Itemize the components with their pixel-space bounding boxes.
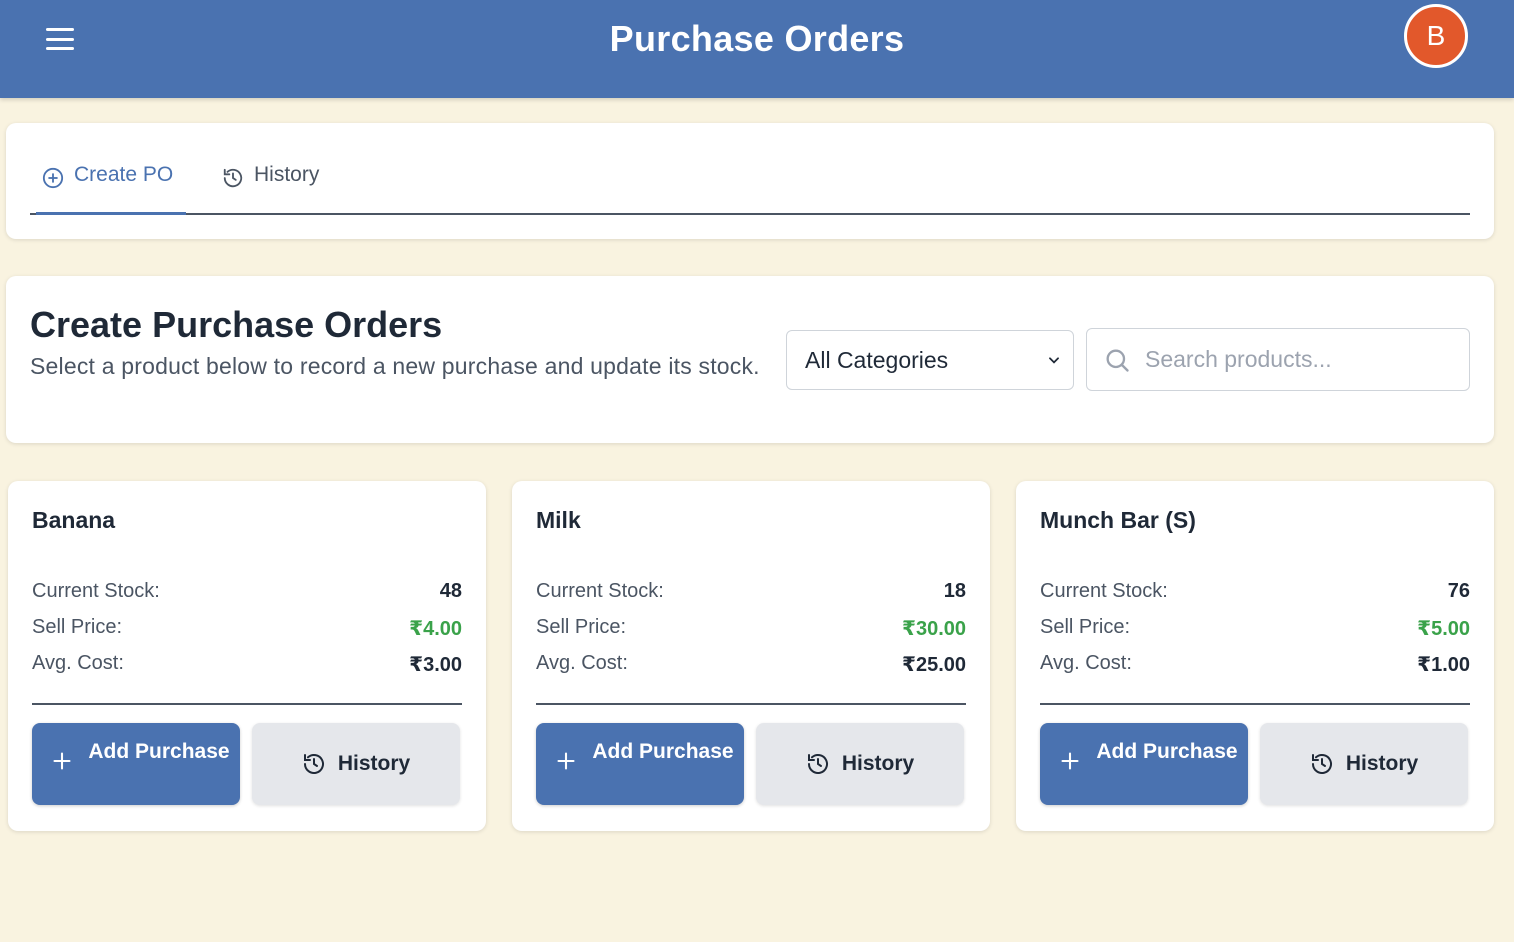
active-tab-indicator bbox=[36, 212, 186, 215]
product-history-button[interactable]: History bbox=[756, 723, 964, 805]
tab-create-po[interactable]: Create PO bbox=[36, 163, 186, 215]
plus-circle-icon bbox=[42, 167, 64, 189]
product-history-button[interactable]: History bbox=[252, 723, 460, 805]
sell-price-row: Sell Price: ₹4.00 bbox=[32, 616, 462, 641]
product-card: Milk Current Stock: 18 Sell Price: ₹30.0… bbox=[512, 481, 990, 831]
product-history-label: History bbox=[1345, 752, 1419, 775]
card-divider bbox=[1040, 703, 1470, 705]
avg-cost-label: Avg. Cost: bbox=[1040, 652, 1132, 674]
history-icon bbox=[223, 168, 243, 188]
avg-cost-label: Avg. Cost: bbox=[32, 652, 124, 674]
top-app-bar: Purchase Orders B bbox=[0, 0, 1514, 98]
product-card: Munch Bar (S) Current Stock: 76 Sell Pri… bbox=[1016, 481, 1494, 831]
product-card: Banana Current Stock: 48 Sell Price: ₹4.… bbox=[8, 481, 486, 831]
sell-price-value: ₹30.00 bbox=[902, 618, 966, 640]
tab-create-po-label: Create PO bbox=[74, 163, 174, 186]
history-icon bbox=[807, 754, 828, 774]
plus-icon bbox=[1061, 752, 1079, 770]
card-divider bbox=[536, 703, 966, 705]
plus-icon bbox=[557, 752, 575, 770]
add-purchase-label: Add Purchase bbox=[1096, 740, 1238, 763]
current-stock-label: Current Stock: bbox=[1040, 580, 1168, 602]
page-title: Purchase Orders bbox=[609, 18, 905, 59]
tab-history[interactable]: History bbox=[222, 163, 319, 215]
add-purchase-button[interactable]: Add Purchase bbox=[536, 723, 744, 805]
avg-cost-value: ₹3.00 bbox=[409, 654, 462, 676]
current-stock-value: 48 bbox=[439, 580, 462, 602]
sell-price-label: Sell Price: bbox=[32, 616, 123, 638]
product-history-label: History bbox=[337, 752, 411, 775]
sell-price-value: ₹5.00 bbox=[1417, 618, 1470, 640]
search-box[interactable] bbox=[1086, 328, 1470, 391]
search-icon bbox=[1106, 349, 1129, 372]
avg-cost-row: Avg. Cost: ₹3.00 bbox=[32, 652, 462, 677]
category-select-value: All Categories bbox=[805, 346, 949, 373]
plus-icon bbox=[53, 752, 71, 770]
current-stock-row: Current Stock: 48 bbox=[32, 580, 462, 603]
search-input[interactable] bbox=[1145, 346, 1465, 373]
current-stock-label: Current Stock: bbox=[32, 580, 160, 602]
sell-price-label: Sell Price: bbox=[1040, 616, 1131, 638]
avg-cost-row: Avg. Cost: ₹1.00 bbox=[1040, 652, 1470, 677]
add-purchase-button[interactable]: Add Purchase bbox=[1040, 723, 1248, 805]
add-purchase-label: Add Purchase bbox=[88, 740, 230, 763]
tab-history-label: History bbox=[254, 163, 320, 186]
avg-cost-row: Avg. Cost: ₹25.00 bbox=[536, 652, 966, 677]
tabs-card: Create PO History bbox=[6, 123, 1494, 239]
product-name: Munch Bar (S) bbox=[1040, 507, 1196, 533]
current-stock-value: 76 bbox=[1447, 580, 1470, 602]
avg-cost-value: ₹1.00 bbox=[1417, 654, 1470, 676]
create-po-header-card: Create Purchase Orders Select a product … bbox=[6, 276, 1494, 443]
history-icon bbox=[303, 754, 324, 774]
sell-price-value: ₹4.00 bbox=[409, 618, 462, 640]
sell-price-row: Sell Price: ₹30.00 bbox=[536, 616, 966, 641]
sell-price-label: Sell Price: bbox=[536, 616, 627, 638]
product-name: Banana bbox=[32, 507, 116, 533]
section-description: Select a product below to record a new p… bbox=[30, 353, 760, 379]
sell-price-row: Sell Price: ₹5.00 bbox=[1040, 616, 1470, 641]
product-history-button[interactable]: History bbox=[1260, 723, 1468, 805]
avatar[interactable]: B bbox=[1404, 4, 1468, 68]
current-stock-row: Current Stock: 18 bbox=[536, 580, 966, 603]
card-divider bbox=[32, 703, 462, 705]
history-icon bbox=[1311, 754, 1332, 774]
current-stock-label: Current Stock: bbox=[536, 580, 664, 602]
category-select[interactable]: All Categories bbox=[786, 330, 1074, 390]
product-history-label: History bbox=[841, 752, 915, 775]
chevron-down-icon bbox=[1049, 357, 1059, 364]
avg-cost-value: ₹25.00 bbox=[902, 654, 966, 676]
add-purchase-button[interactable]: Add Purchase bbox=[32, 723, 240, 805]
product-name: Milk bbox=[536, 507, 581, 533]
current-stock-value: 18 bbox=[943, 580, 966, 602]
section-title: Create Purchase Orders bbox=[30, 304, 443, 345]
avg-cost-label: Avg. Cost: bbox=[536, 652, 628, 674]
current-stock-row: Current Stock: 76 bbox=[1040, 580, 1470, 603]
add-purchase-label: Add Purchase bbox=[592, 740, 734, 763]
